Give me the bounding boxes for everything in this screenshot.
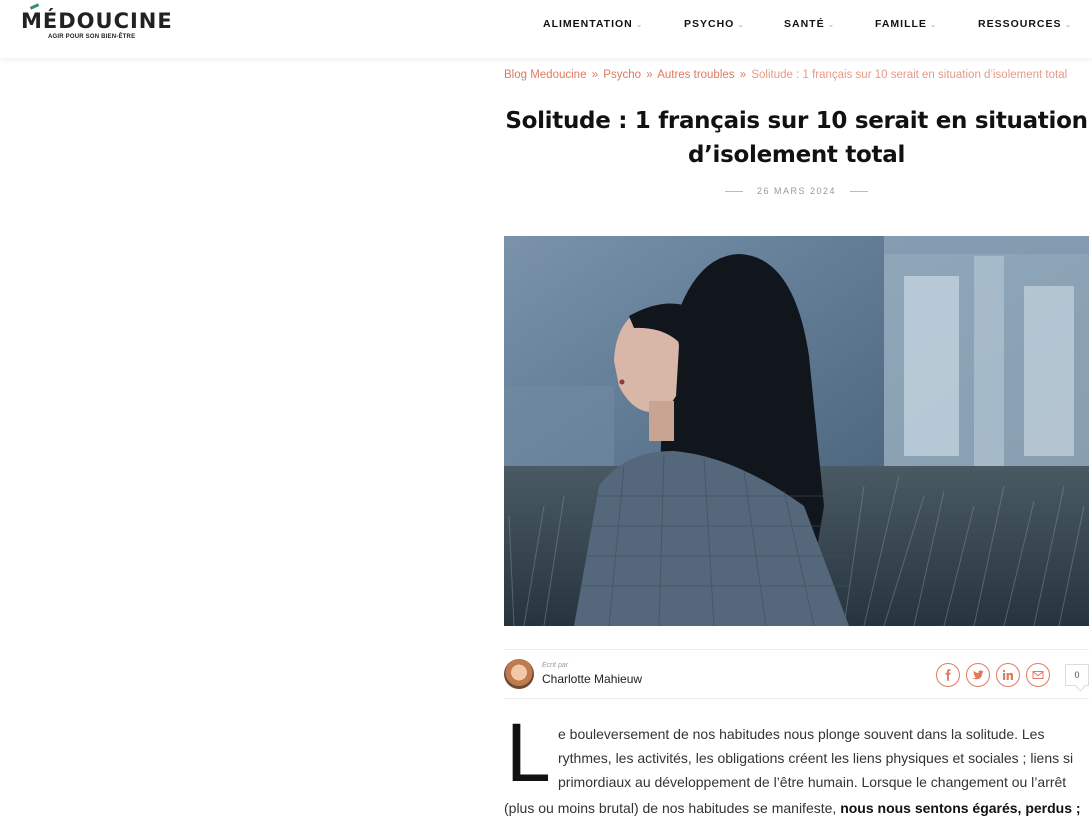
breadcrumb-link-blog[interactable]: Blog Medoucine [504,69,586,81]
article-title: Solitude : 1 français sur 10 serait en s… [504,104,1089,172]
author-prefix: Ecrit par [542,662,569,669]
linkedin-icon [1002,669,1013,680]
site-header: MÉDOUCINE AGIR POUR SON BIEN-ÊTRE ALIMEN… [0,0,1092,58]
article-date: 26 MARS 2024 [756,186,837,196]
comment-count-button[interactable]: 0 [1065,664,1089,686]
chevron-down-icon: ⌄ [737,20,746,29]
chevron-down-icon: ⌄ [635,20,644,29]
breadcrumb-current: Solitude : 1 français sur 10 serait en s… [751,69,1068,81]
divider [850,190,869,192]
share-linkedin-button[interactable] [996,663,1020,687]
author-avatar[interactable] [504,659,534,689]
site-logo[interactable]: MÉDOUCINE AGIR POUR SON BIEN-ÊTRE [21,3,173,40]
article-paragraph-line: (plus ou moins brutal) de nos habitudes … [504,796,1081,820]
nav-item-sante[interactable]: SANTÉ ⌄ [784,18,835,30]
hero-illustration [504,236,1089,626]
share-email-button[interactable] [1026,663,1050,687]
chevron-down-icon: ⌄ [929,20,938,29]
chevron-down-icon: ⌄ [827,20,836,29]
divider [724,190,743,192]
email-icon [1032,671,1044,679]
share-facebook-button[interactable] [936,663,960,687]
breadcrumb-link-autres-troubles[interactable]: Autres troubles [657,69,734,81]
facebook-icon [945,669,951,681]
article-text: (plus ou moins brutal) de nos habitudes … [504,800,841,816]
article-paragraph-line: primordiaux au développement de l’être h… [558,774,1067,790]
nav-item-ressources[interactable]: RESSOURCES ⌄ [978,18,1072,30]
article-title-line: Solitude : 1 français sur 10 serait en s… [505,108,1088,134]
breadcrumb: Blog Medoucine » Psycho » Autres trouble… [504,69,1067,81]
article-paragraph-line: rythmes, les activités, les obligations … [558,750,1074,766]
share-twitter-button[interactable] [966,663,990,687]
author-name[interactable]: Charlotte Mahieuw [542,672,642,686]
article-text-bold: nous nous sentons égarés, perdus ; [840,800,1081,816]
breadcrumb-separator: » [591,69,599,81]
chevron-down-icon: ⌄ [1064,20,1073,29]
author-share-bar: Ecrit par Charlotte Mahieuw 0 [504,649,1089,699]
breadcrumb-separator: » [739,69,747,81]
breadcrumb-link-psycho[interactable]: Psycho [603,69,641,81]
logo-wordmark: MÉDOUCINE [21,3,173,33]
breadcrumb-separator: » [646,69,653,81]
article-dropcap: L [505,710,549,800]
article-title-line: d’isolement total [687,142,906,168]
logo-tagline: AGIR POUR SON BIEN-ÊTRE [48,34,136,40]
nav-item-famille[interactable]: FAMILLE ⌄ [875,18,938,30]
article-date-row: 26 MARS 2024 [504,185,1089,197]
nav-item-alimentation[interactable]: ALIMENTATION ⌄ [543,18,643,30]
article-paragraph-line: e bouleversement de nos habitudes nous p… [558,726,1045,742]
article-hero-image [504,236,1089,626]
nav-item-psycho[interactable]: PSYCHO ⌄ [684,18,745,30]
twitter-icon [972,670,984,680]
